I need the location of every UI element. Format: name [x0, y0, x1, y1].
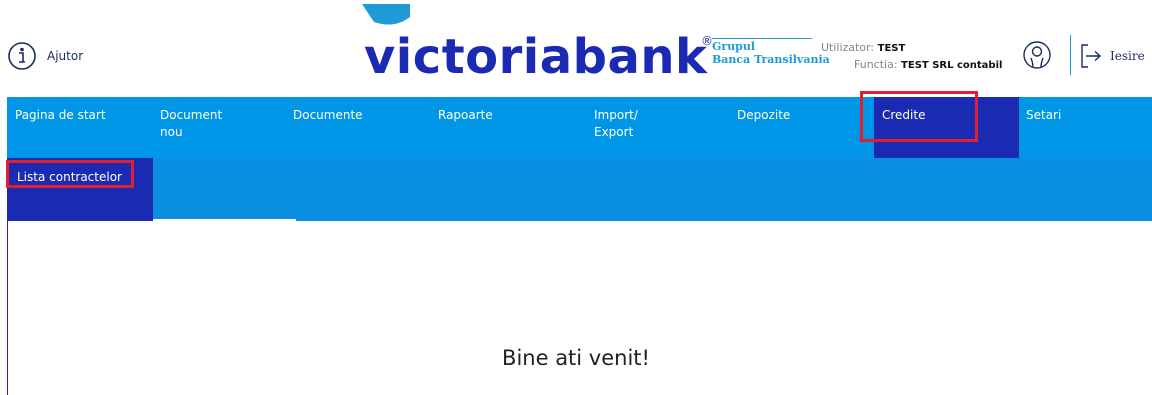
nav-item-label: Setari	[1026, 108, 1062, 122]
logo-wordmark: victoriabank	[364, 29, 708, 84]
header: Ajutor victoriabank ® Grupul Banca Trans…	[7, 4, 1152, 97]
subnav-item-contracts-list[interactable]: Lista contractelor	[7, 158, 153, 221]
welcome-message: Bine ati venit!	[502, 346, 650, 370]
user-info: Utilizator: TEST Functia: TEST SRL conta…	[819, 40, 1002, 74]
nav-item-home[interactable]: Pagina de start	[7, 97, 150, 158]
nav-item-label: Pagina de start	[15, 108, 106, 122]
nav-item-label: Import/ Export	[594, 108, 638, 139]
profile-icon[interactable]	[1022, 39, 1052, 71]
main-nav: Pagina de start Document nou Documente R…	[7, 97, 1152, 158]
help-label: Ajutor	[47, 49, 84, 63]
group-divider	[712, 38, 812, 39]
nav-item-label: Depozite	[737, 108, 791, 122]
logout-label: Iesire	[1110, 49, 1145, 63]
group-label: Grupul Banca Transilvania	[712, 40, 830, 66]
nav-item-settings[interactable]: Setari	[1019, 97, 1152, 158]
subnav-underline	[153, 219, 296, 221]
logout-icon	[1081, 44, 1102, 68]
group-line-1: Grupul	[712, 40, 756, 53]
logout-button[interactable]: Iesire	[1080, 42, 1145, 70]
subnav-item-label: Lista contractelor	[17, 170, 122, 184]
nav-item-reports[interactable]: Rapoarte	[436, 97, 581, 158]
header-divider	[1070, 35, 1071, 75]
nav-item-documents[interactable]: Documente	[291, 97, 436, 158]
help-button[interactable]: Ajutor	[7, 41, 83, 71]
victoriabank-logo[interactable]: victoriabank ®	[362, 4, 722, 84]
role-label: Functia:	[854, 58, 898, 71]
group-line-2: Banca Transilvania	[712, 53, 830, 66]
user-label: Utilizator:	[821, 41, 875, 54]
nav-item-label: Documente	[293, 108, 363, 122]
info-icon	[8, 42, 36, 70]
nav-item-label: Rapoarte	[438, 108, 493, 122]
nav-item-label: Credite	[882, 108, 926, 122]
role-value: TEST SRL contabil	[901, 60, 1003, 71]
nav-item-deposits[interactable]: Depozite	[724, 97, 874, 158]
sub-nav: Lista contractelor	[7, 158, 1152, 221]
nav-item-new-document[interactable]: Document nou	[150, 97, 291, 158]
nav-item-credits[interactable]: Credite	[874, 97, 1019, 158]
role-row: Functia: TEST SRL contabil	[819, 57, 1002, 74]
user-value: TEST	[877, 43, 906, 54]
nav-item-label: Document nou	[160, 108, 223, 139]
nav-item-import-export[interactable]: Import/ Export	[581, 97, 724, 158]
user-row: Utilizator: TEST	[819, 40, 1002, 57]
